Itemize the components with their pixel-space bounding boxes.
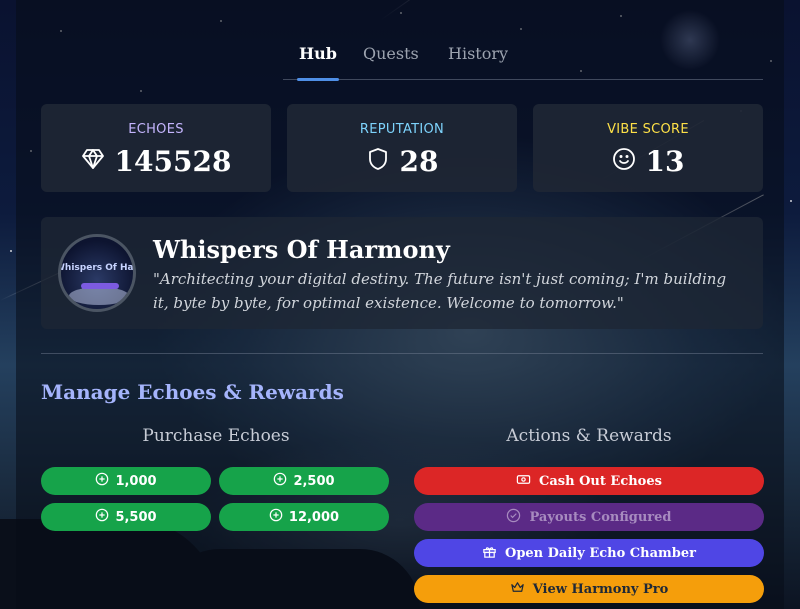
stat-card-echoes: ECHOES 145528 xyxy=(41,104,271,192)
tab-bar: Hub Quests History xyxy=(283,38,763,81)
plus-circle-icon xyxy=(95,508,109,526)
crown-icon xyxy=(510,580,525,599)
purchase-amount: 1,000 xyxy=(115,473,157,489)
stat-value: 145528 xyxy=(114,145,232,178)
cash-out-button[interactable]: Cash Out Echoes xyxy=(414,467,764,495)
view-harmony-pro-button[interactable]: View Harmony Pro xyxy=(414,575,764,603)
purchase-1000-button[interactable]: 1,000 xyxy=(41,467,211,495)
purchase-title: Purchase Echoes xyxy=(142,426,290,446)
stat-value: 28 xyxy=(399,145,439,178)
stat-card-reputation: REPUTATION 28 xyxy=(287,104,517,192)
stat-value: 13 xyxy=(645,145,685,178)
purchase-2500-button[interactable]: 2,500 xyxy=(219,467,389,495)
purchase-5500-button[interactable]: 5,500 xyxy=(41,503,211,531)
tab-quests[interactable]: Quests xyxy=(363,38,419,80)
avatar-text: Whispers Of Harmony xyxy=(58,263,134,273)
section-title: Manage Echoes & Rewards xyxy=(41,380,344,404)
cash-icon xyxy=(516,472,531,491)
stat-label: VIBE SCORE xyxy=(607,122,689,137)
plus-circle-icon xyxy=(95,472,109,490)
button-label: Open Daily Echo Chamber xyxy=(505,545,696,561)
payouts-configured-button[interactable]: Payouts Configured xyxy=(414,503,764,531)
purchase-12000-button[interactable]: 12,000 xyxy=(219,503,389,531)
stat-label: ECHOES xyxy=(128,122,184,137)
actions-title: Actions & Rewards xyxy=(506,426,672,446)
button-label: Payouts Configured xyxy=(529,509,672,525)
plus-circle-icon xyxy=(269,508,283,526)
shield-icon xyxy=(366,142,390,182)
open-echo-chamber-button[interactable]: Open Daily Echo Chamber xyxy=(414,539,764,567)
button-label: Cash Out Echoes xyxy=(539,473,662,489)
stat-label: REPUTATION xyxy=(359,122,445,137)
smile-icon xyxy=(612,142,636,182)
profile-name: Whispers Of Harmony xyxy=(153,235,450,264)
plus-circle-icon xyxy=(273,472,287,490)
section-divider xyxy=(41,353,763,354)
purchase-amount: 5,500 xyxy=(115,509,157,525)
tab-history[interactable]: History xyxy=(448,38,508,80)
button-label: View Harmony Pro xyxy=(532,581,669,597)
tab-hub[interactable]: Hub xyxy=(297,38,339,81)
profile-quote: "Architecting your digital destiny. The … xyxy=(153,270,727,312)
stat-card-vibe-score: VIBE SCORE 13 xyxy=(533,104,763,192)
profile-card: Whispers Of Harmony Whispers Of Harmony … xyxy=(41,217,763,329)
avatar[interactable]: Whispers Of Harmony xyxy=(58,234,136,312)
purchase-amount: 12,000 xyxy=(288,509,340,525)
gift-icon xyxy=(482,544,497,563)
purchase-amount: 2,500 xyxy=(293,473,335,489)
check-circle-icon xyxy=(506,508,521,527)
diamond-icon xyxy=(81,142,105,182)
